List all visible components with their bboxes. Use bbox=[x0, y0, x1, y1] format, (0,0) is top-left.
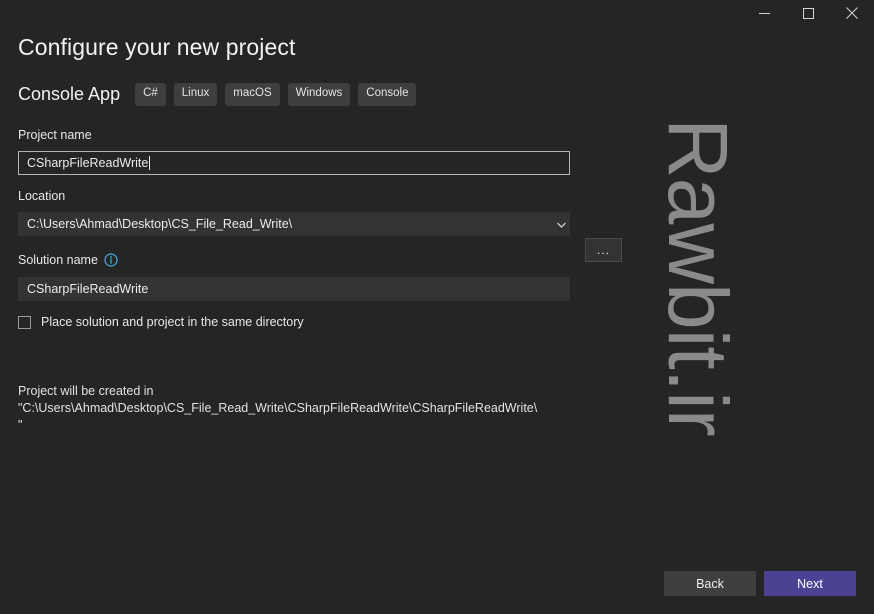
template-header: Console App C# Linux macOS Windows Conso… bbox=[18, 83, 424, 106]
same-directory-label: Place solution and project in the same d… bbox=[41, 315, 304, 329]
dialog-footer: Back Next bbox=[664, 571, 856, 596]
tag-console: Console bbox=[358, 83, 417, 106]
dialog-content: Configure your new project Console App C… bbox=[0, 26, 874, 614]
same-directory-checkbox[interactable] bbox=[18, 315, 31, 329]
solution-name-label: Solution name bbox=[18, 253, 118, 267]
tag-linux: Linux bbox=[173, 83, 218, 106]
tag-macos: macOS bbox=[225, 83, 280, 106]
solution-name-input[interactable]: CSharpFileReadWrite bbox=[18, 277, 570, 301]
title-bar bbox=[0, 0, 874, 26]
close-button[interactable] bbox=[830, 0, 874, 26]
browse-location-button[interactable]: ... bbox=[585, 238, 622, 262]
back-button[interactable]: Back bbox=[664, 571, 756, 596]
chevron-down-icon bbox=[556, 215, 566, 233]
page-title: Configure your new project bbox=[18, 34, 296, 60]
template-name: Console App bbox=[18, 83, 121, 104]
location-value: C:\Users\Ahmad\Desktop\CS_File_Read_Writ… bbox=[27, 217, 293, 231]
minimize-icon bbox=[758, 8, 770, 19]
tag-language: C# bbox=[135, 83, 166, 106]
project-name-value: CSharpFileReadWrite bbox=[27, 156, 149, 170]
solution-name-label-text: Solution name bbox=[18, 253, 98, 267]
text-caret bbox=[148, 156, 150, 170]
project-name-label: Project name bbox=[18, 128, 92, 142]
close-icon bbox=[846, 7, 858, 19]
info-icon[interactable] bbox=[104, 253, 118, 267]
same-directory-checkbox-row[interactable]: Place solution and project in the same d… bbox=[18, 315, 304, 329]
minimize-button[interactable] bbox=[742, 0, 786, 26]
solution-name-value: CSharpFileReadWrite bbox=[27, 282, 149, 296]
maximize-button[interactable] bbox=[786, 0, 830, 26]
location-label: Location bbox=[18, 189, 66, 203]
project-path-note: Project will be created in "C:\Users\Ahm… bbox=[18, 384, 538, 432]
project-name-input[interactable]: CSharpFileReadWrite bbox=[18, 151, 570, 175]
maximize-icon bbox=[802, 7, 814, 19]
location-input[interactable]: C:\Users\Ahmad\Desktop\CS_File_Read_Writ… bbox=[18, 212, 570, 236]
location-dropdown-button[interactable] bbox=[552, 212, 570, 236]
tag-windows: Windows bbox=[287, 83, 351, 106]
next-button[interactable]: Next bbox=[764, 571, 856, 596]
